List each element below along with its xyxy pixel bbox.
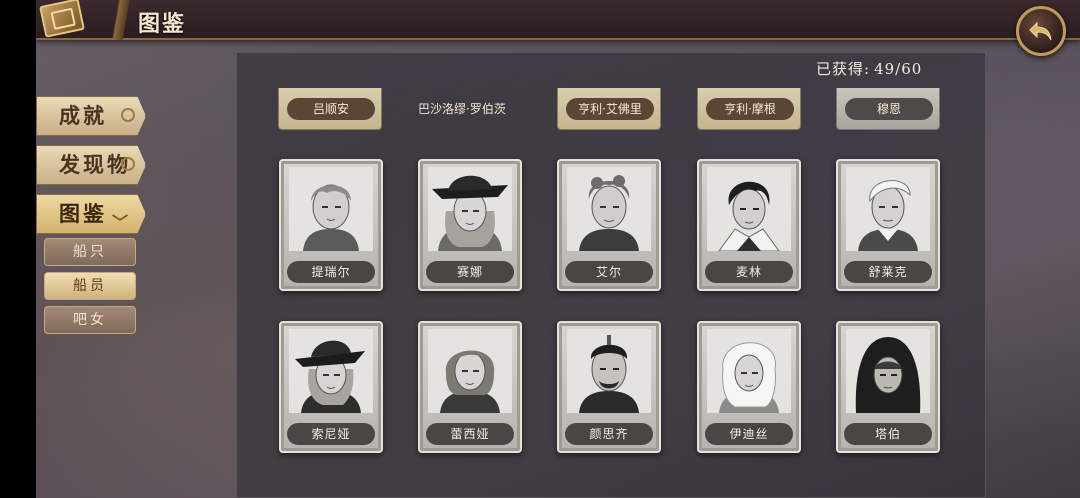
young-man-portrait-icon xyxy=(289,167,373,251)
dark-hair-youth-portrait-icon xyxy=(707,167,791,251)
crew-name: 吕顺安 xyxy=(287,98,375,120)
tab-label: 成就 xyxy=(59,103,107,128)
curly-hair-man-portrait-icon xyxy=(567,167,651,251)
crew-name: 艾尔 xyxy=(565,261,653,283)
tab-codex[interactable]: 图鉴 ﹀ xyxy=(36,194,146,234)
back-button[interactable] xyxy=(1016,6,1066,56)
bearded-man-portrait-icon xyxy=(567,329,651,413)
crew-name: 亨利·摩根 xyxy=(706,98,794,120)
tab-achievements[interactable]: 成就 xyxy=(36,96,146,136)
crew-card[interactable]: 索尼娅 xyxy=(279,321,383,453)
counter-value: 49/60 xyxy=(874,60,923,78)
crew-name: 伊迪丝 xyxy=(705,423,793,445)
subtab-ships[interactable]: 船只 xyxy=(44,238,136,266)
crew-name: 赛娜 xyxy=(426,261,514,283)
crew-card-top[interactable]: 穆恩 xyxy=(836,88,940,130)
chevron-down-icon: ﹀ xyxy=(111,213,131,232)
tab-discoveries[interactable]: 发现物 xyxy=(36,145,146,185)
crew-name: 穆恩 xyxy=(845,98,933,120)
counter-label: 已获得: xyxy=(816,60,871,78)
subtab-crew[interactable]: 船员 xyxy=(44,272,136,300)
crew-card[interactable]: 塔伯 xyxy=(836,321,940,453)
page-title: 图鉴 xyxy=(138,11,187,37)
subtab-barmaids[interactable]: 吧女 xyxy=(44,306,136,334)
crew-card[interactable]: 艾尔 xyxy=(557,159,661,291)
crew-card[interactable]: 麦林 xyxy=(697,159,801,291)
crew-card[interactable]: 赛娜 xyxy=(418,159,522,291)
hooded-figure-portrait-icon xyxy=(846,329,930,413)
crew-name: 塔伯 xyxy=(844,423,932,445)
crew-card[interactable]: 蕾西娅 xyxy=(418,321,522,453)
crew-name: 麦林 xyxy=(705,261,793,283)
ornament-icon xyxy=(121,108,135,122)
crew-name: 舒莱克 xyxy=(844,261,932,283)
crew-card-top[interactable]: 巴沙洛缪·罗伯茨 xyxy=(418,88,522,130)
crew-card[interactable]: 伊迪丝 xyxy=(697,321,801,453)
slick-hair-man-portrait-icon xyxy=(846,167,930,251)
tab-label: 图鉴 xyxy=(59,201,107,226)
crew-name: 索尼娅 xyxy=(287,423,375,445)
woman-bob-hair-portrait-icon xyxy=(428,329,512,413)
top-bar: 图鉴 xyxy=(36,0,1080,40)
crew-name: 亨利·艾佛里 xyxy=(566,98,654,120)
crew-name: 颜思齐 xyxy=(565,423,653,445)
crew-card-top[interactable]: 亨利·艾佛里 xyxy=(557,88,661,130)
white-hair-woman-portrait-icon xyxy=(707,329,791,413)
crew-card-top[interactable]: 吕顺安 xyxy=(278,88,382,130)
crew-card-top[interactable]: 亨利·摩根 xyxy=(697,88,801,130)
collected-counter: 已获得: 49/60 xyxy=(816,58,922,79)
crew-name: 提瑞尔 xyxy=(287,261,375,283)
crew-card[interactable]: 提瑞尔 xyxy=(279,159,383,291)
woman-hat-portrait-icon xyxy=(289,329,373,413)
back-arrow-icon xyxy=(1029,21,1052,41)
game-screen: 图鉴 成就 发现物 图鉴 ﹀ 船只 船员 吧女 已获得: 49/60 吕顺安 巴沙… xyxy=(36,0,1080,498)
crew-name: 蕾西娅 xyxy=(426,423,514,445)
ornament-icon xyxy=(121,157,135,171)
crew-name: 巴沙洛缪·罗伯茨 xyxy=(418,102,506,116)
book-icon[interactable] xyxy=(39,0,85,38)
pirate-woman-hat-portrait-icon xyxy=(428,167,512,251)
crew-card[interactable]: 颜思齐 xyxy=(557,321,661,453)
crew-card[interactable]: 舒莱克 xyxy=(836,159,940,291)
